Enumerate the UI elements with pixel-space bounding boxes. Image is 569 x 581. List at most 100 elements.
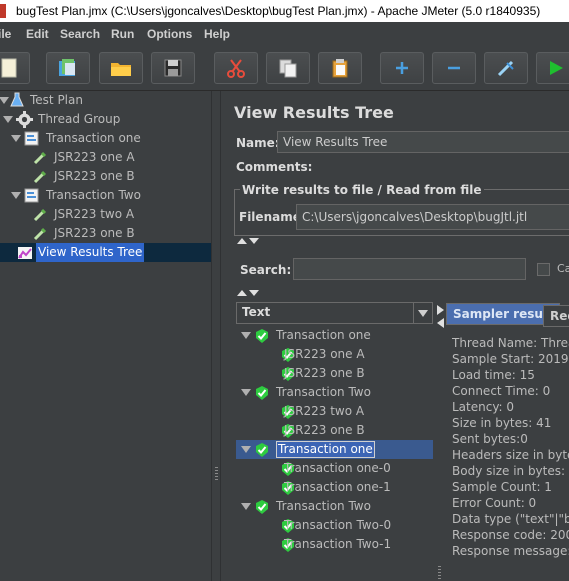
templates-button[interactable] [46, 52, 90, 84]
menu-edit[interactable]: Edit [26, 27, 49, 41]
tree-node-jsr223-two-a[interactable]: JSR223 two A [0, 205, 211, 224]
save-button[interactable] [151, 52, 195, 84]
chart-icon [18, 247, 32, 259]
results-tree-node[interactable]: JSR223 one A [236, 345, 433, 364]
results-tree-node-label: Transaction Two [276, 385, 371, 399]
test-plan-tree: Test Plan Thread Group Transaction one J… [0, 91, 211, 581]
result-tabs: Sampler result Req [446, 302, 569, 327]
menu-run[interactable]: Run [111, 27, 134, 41]
results-tree-node[interactable]: Transaction one-0 [236, 459, 433, 478]
tree-node-label: JSR223 one B [54, 226, 135, 240]
results-tree-node[interactable]: Transaction Two [236, 497, 433, 516]
expand-toggle-icon[interactable] [241, 332, 251, 339]
write-results-legend: Write results to file / Read from file [240, 183, 484, 197]
expand-toggle-icon[interactable] [241, 446, 251, 453]
results-tree-node-label: JSR223 one B [284, 423, 365, 437]
results-tree-node-label: Transaction Two-0 [284, 518, 392, 532]
tree-node-transaction-one[interactable]: Transaction one [0, 129, 211, 148]
collapse-arrows-icon[interactable] [236, 237, 262, 245]
results-tree-node[interactable]: Transaction Two-1 [236, 535, 433, 554]
sampler-result-line: Size in bytes: 41 [452, 416, 552, 430]
expand-toggle-icon[interactable] [0, 97, 9, 104]
sampler-result-line: Response message: [452, 544, 569, 558]
sampler-result-line: Connect Time: 0 [452, 384, 551, 398]
sampler-result-line: Thread Name: Threa [452, 336, 569, 350]
results-tree-node-label: JSR223 one B [284, 366, 365, 380]
search-input[interactable] [293, 258, 526, 280]
name-label: Name: [236, 136, 280, 150]
results-tree-node[interactable]: Transaction one [236, 440, 433, 459]
results-tree-node-label: Transaction one-1 [284, 480, 391, 494]
collapse-arrows-icon[interactable] [236, 289, 262, 297]
results-tree-node-label: JSR223 two A [284, 404, 365, 418]
sampler-result-line: Response code: 200 [452, 528, 569, 542]
tree-node-jsr223-one-b-2[interactable]: JSR223 one B [0, 224, 211, 243]
menu-search[interactable]: Search [60, 27, 100, 41]
expand-toggle-icon[interactable] [241, 389, 251, 396]
results-tree-node[interactable]: Transaction Two-0 [236, 516, 433, 535]
expand-all-button[interactable] [380, 52, 424, 84]
paste-button[interactable] [318, 52, 362, 84]
results-tree-node[interactable]: Transaction one [236, 326, 433, 345]
start-button[interactable] [536, 52, 569, 84]
save-icon [164, 59, 182, 77]
results-tree-node-label: Transaction one-0 [284, 461, 391, 475]
expand-toggle-icon[interactable] [241, 503, 251, 510]
pipette-icon [33, 170, 47, 184]
tree-node-label: View Results Tree [36, 243, 145, 262]
pipette-icon [33, 208, 47, 222]
tree-node-view-results-tree[interactable]: View Results Tree [0, 243, 211, 262]
results-tree-node[interactable]: JSR223 one B [236, 421, 433, 440]
chevron-down-icon [418, 310, 428, 317]
sampler-result-line: Sample Count: 1 [452, 480, 552, 494]
filename-input[interactable]: C:\Users\jgoncalves\Desktop\bugJtl.jtl [296, 204, 569, 230]
tree-node-thread-group[interactable]: Thread Group [0, 110, 211, 129]
gear-icon [16, 111, 33, 128]
sampler-result-line: Load time: 15 [452, 368, 535, 382]
tab-request[interactable]: Req [543, 305, 569, 327]
copy-button[interactable] [266, 52, 310, 84]
collapse-icon [448, 66, 460, 70]
tree-node-transaction-two[interactable]: Transaction Two [0, 186, 211, 205]
toggle-button[interactable] [484, 52, 528, 84]
tree-node-jsr223-one-a[interactable]: JSR223 one A [0, 148, 211, 167]
expand-toggle-icon[interactable] [11, 135, 21, 142]
case-sensitive-label: Ca [557, 262, 569, 275]
results-tree-node[interactable]: JSR223 one B [236, 364, 433, 383]
open-icon [111, 63, 131, 76]
sampler-result-line: Sent bytes:0 [452, 432, 528, 446]
expand-toggle-icon[interactable] [3, 116, 13, 123]
tree-node-jsr223-one-b[interactable]: JSR223 one B [0, 167, 211, 186]
renderer-select[interactable]: Text [236, 302, 433, 324]
name-input[interactable]: View Results Tree [277, 131, 569, 153]
results-tree-node[interactable]: Transaction one-1 [236, 478, 433, 497]
menu-options[interactable]: Options [147, 27, 192, 41]
window-title-bar: bugTest Plan.jmx (C:\Users\jgoncalves\De… [0, 0, 569, 22]
menu-help[interactable]: Help [204, 27, 230, 41]
inner-split-arrows-icon[interactable] [436, 304, 445, 330]
start-icon [550, 61, 563, 75]
case-sensitive-checkbox[interactable] [537, 263, 550, 276]
filename-label: Filename [239, 210, 301, 224]
splitter-grip-icon[interactable] [215, 467, 218, 481]
expand-toggle-icon[interactable] [11, 192, 21, 199]
panel-title: View Results Tree [234, 103, 394, 122]
collapse-all-button[interactable] [432, 52, 476, 84]
results-tree-node-label: Transaction Two-1 [284, 537, 392, 551]
inner-splitter-grip-icon[interactable] [438, 566, 441, 580]
split-pane-divider[interactable] [211, 91, 221, 581]
tree-node-label: JSR223 two A [54, 207, 135, 221]
new-button[interactable] [0, 52, 30, 84]
cut-icon [227, 59, 245, 78]
sampler-result-line: Sample Start: 2019-0 [452, 352, 569, 366]
results-tree-node[interactable]: JSR223 two A [236, 402, 433, 421]
tree-node-test-plan[interactable]: Test Plan [0, 91, 211, 110]
sampler-result-line: Data type ("text"|"bin"| [452, 512, 569, 526]
dropdown-button[interactable] [413, 303, 432, 323]
cut-button[interactable] [214, 52, 258, 84]
menu-file[interactable]: ile [0, 27, 11, 41]
open-button[interactable] [99, 52, 143, 84]
tree-node-label: Transaction one [46, 131, 141, 145]
results-tree-node-label: Transaction one [276, 441, 375, 458]
results-tree-node[interactable]: Transaction Two [236, 383, 433, 402]
